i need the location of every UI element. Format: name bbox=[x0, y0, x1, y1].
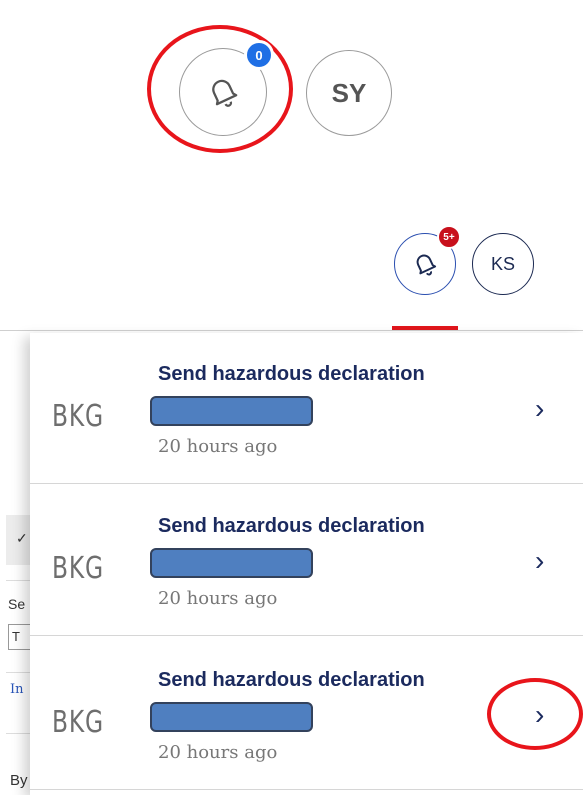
chevron-right-icon[interactable]: › bbox=[535, 545, 544, 577]
background-input[interactable]: T bbox=[8, 624, 32, 650]
sender-logo: BKG bbox=[52, 551, 104, 586]
notification-title: Send hazardous declaration bbox=[158, 669, 425, 691]
notification-title: Send hazardous declaration bbox=[158, 515, 425, 537]
background-divider bbox=[6, 733, 30, 734]
background-label: Se bbox=[8, 596, 26, 612]
notification-count-badge: 5+ bbox=[437, 225, 461, 249]
background-input-text: T bbox=[12, 629, 20, 644]
background-divider bbox=[6, 672, 30, 673]
user-avatar-button[interactable]: SY bbox=[306, 50, 392, 136]
background-check-icon: ✓ bbox=[16, 530, 28, 546]
notification-title: Send hazardous declaration bbox=[158, 363, 425, 385]
background-divider bbox=[6, 580, 30, 581]
notification-time: 20 hours ago bbox=[158, 436, 278, 457]
background-label: By bbox=[10, 772, 28, 789]
redacted-reference bbox=[150, 702, 313, 732]
background-link[interactable]: In bbox=[10, 682, 24, 697]
notification-item[interactable]: BKG Send hazardous declaration 20 hours … bbox=[30, 333, 583, 484]
bell-icon bbox=[212, 79, 238, 107]
highlight-circle bbox=[487, 678, 583, 750]
redacted-reference bbox=[150, 548, 313, 578]
user-avatar-button[interactable]: KS bbox=[472, 233, 534, 295]
header-divider bbox=[0, 330, 583, 331]
notification-count-badge: 0 bbox=[244, 40, 274, 70]
redacted-reference bbox=[150, 396, 313, 426]
notification-time: 20 hours ago bbox=[158, 588, 278, 609]
bell-icon bbox=[416, 254, 437, 276]
notification-item[interactable]: BKG Send hazardous declaration 20 hours … bbox=[30, 485, 583, 636]
sender-logo: BKG bbox=[52, 705, 104, 740]
notification-time: 20 hours ago bbox=[158, 742, 278, 763]
sender-logo: BKG bbox=[52, 399, 104, 434]
chevron-right-icon[interactable]: › bbox=[535, 393, 544, 425]
